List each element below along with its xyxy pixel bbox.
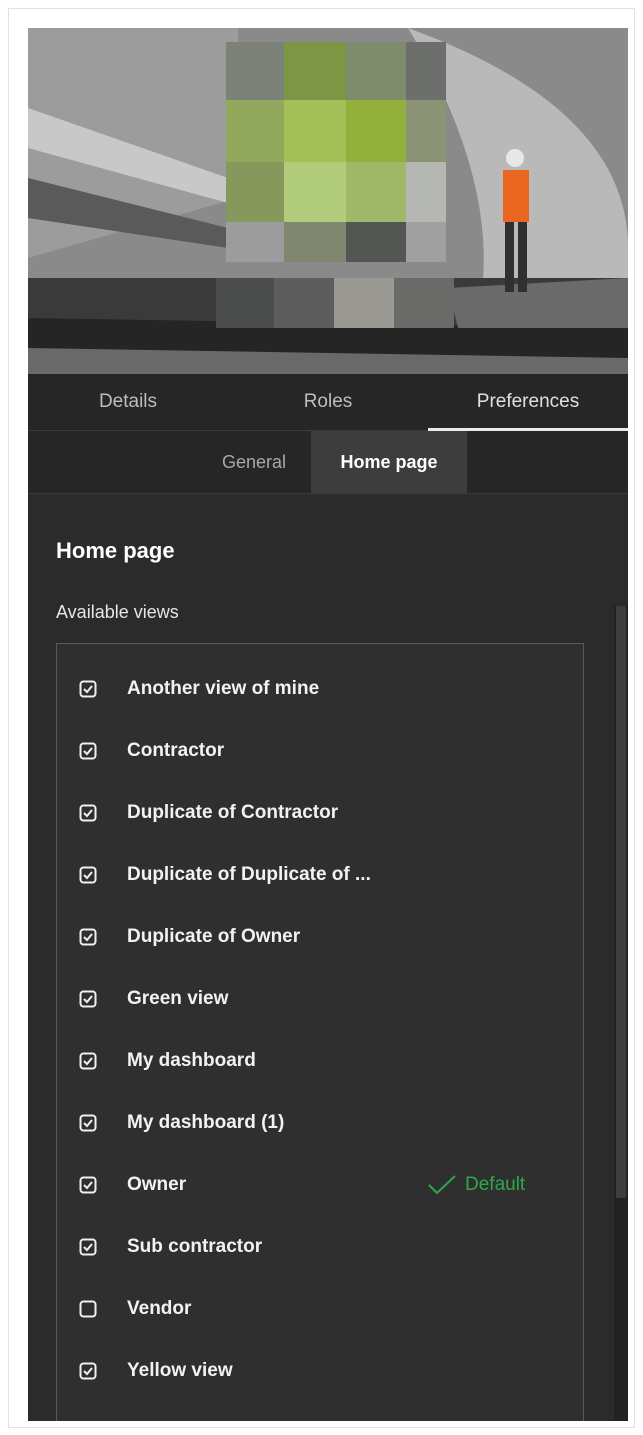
list-item[interactable]: Duplicate of Contractor: [57, 782, 583, 844]
profile-banner-image: [28, 28, 628, 374]
list-item-label: Yellow view: [127, 1360, 233, 1381]
tab-preferences[interactable]: Preferences: [428, 374, 628, 431]
checkbox-checked-icon[interactable]: [79, 742, 97, 760]
list-item-label: Owner: [127, 1174, 187, 1195]
checkbox-checked-icon[interactable]: [79, 1114, 97, 1132]
subtab-home-page[interactable]: Home page: [311, 431, 467, 493]
list-item[interactable]: Another view of mine: [57, 658, 583, 720]
default-label: Default: [465, 1174, 526, 1195]
scrollbar-thumb[interactable]: [616, 606, 626, 1198]
checkmark-icon: [428, 1175, 456, 1195]
checkbox-checked-icon[interactable]: [79, 1362, 97, 1380]
list-item-label: My dashboard: [127, 1050, 256, 1071]
checkbox-checked-icon[interactable]: [79, 680, 97, 698]
tab-roles[interactable]: Roles: [228, 374, 428, 430]
list-item-label: Another view of mine: [127, 678, 320, 699]
list-item-label: Duplicate of Contractor: [127, 802, 339, 823]
checkbox-unchecked-icon[interactable]: [79, 1300, 97, 1318]
checkbox-checked-icon[interactable]: [79, 1176, 97, 1194]
list-item[interactable]: Vendor: [57, 1278, 583, 1340]
checkbox-checked-icon[interactable]: [79, 804, 97, 822]
list-item[interactable]: Yellow view: [57, 1340, 583, 1402]
checkbox-checked-icon[interactable]: [79, 990, 97, 1008]
available-views-label: Available views: [56, 602, 179, 622]
list-item[interactable]: Owner Default: [57, 1154, 583, 1216]
user-profile-panel: Details Roles Preferences General Home p…: [28, 28, 628, 1421]
list-item-label: Contractor: [127, 740, 225, 761]
list-item-label: Vendor: [127, 1298, 192, 1319]
preferences-subtabs: General Home page: [28, 431, 628, 494]
checkbox-checked-icon[interactable]: [79, 866, 97, 884]
default-badge: Default: [427, 1174, 525, 1196]
list-item-label: My dashboard (1): [127, 1112, 285, 1133]
list-item[interactable]: Green view: [57, 968, 583, 1030]
list-item[interactable]: My dashboard: [57, 1030, 583, 1092]
list-item[interactable]: Contractor: [57, 720, 583, 782]
section-title: Home page: [56, 538, 175, 563]
list-item[interactable]: Duplicate of Duplicate of ...: [57, 844, 583, 906]
subtab-general[interactable]: General: [198, 431, 310, 493]
list-item-label: Duplicate of Owner: [127, 926, 301, 947]
list-item[interactable]: Sub contractor: [57, 1216, 583, 1278]
list-item-label: Green view: [127, 988, 229, 1009]
tab-details[interactable]: Details: [28, 374, 228, 430]
list-item[interactable]: Duplicate of Owner: [57, 906, 583, 968]
list-item-label: Duplicate of Duplicate of ...: [127, 864, 371, 885]
checkbox-checked-icon[interactable]: [79, 928, 97, 946]
list-item[interactable]: My dashboard (1): [57, 1092, 583, 1154]
scrollbar-track[interactable]: [614, 606, 628, 1421]
list-item-label: Sub contractor: [127, 1236, 263, 1257]
checkbox-checked-icon[interactable]: [79, 1238, 97, 1256]
profile-tabs: Details Roles Preferences: [28, 374, 628, 431]
available-views-list: Another view of mine Contractor Duplicat…: [56, 643, 584, 1421]
checkbox-checked-icon[interactable]: [79, 1052, 97, 1070]
